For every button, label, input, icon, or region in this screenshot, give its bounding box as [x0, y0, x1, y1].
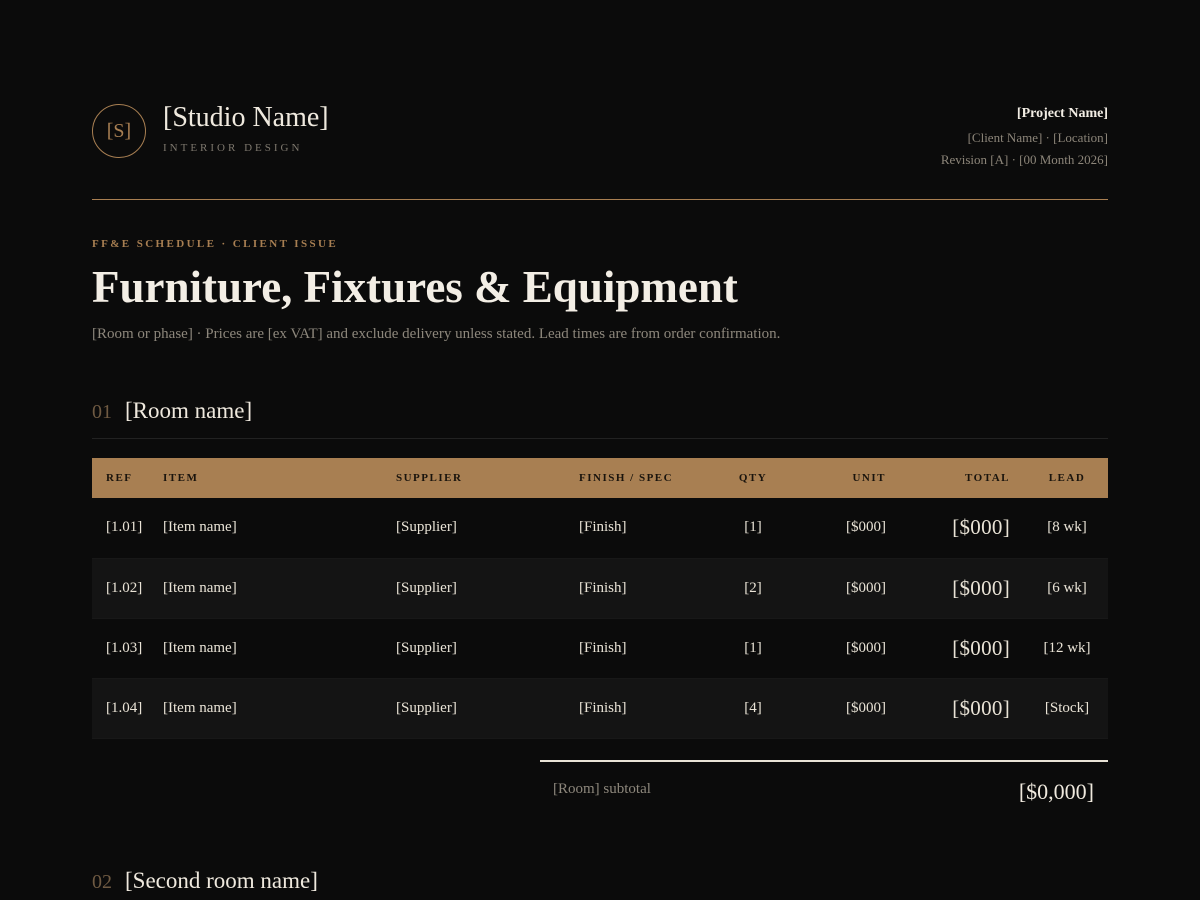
cell-qty: [2] — [721, 558, 785, 619]
col-header-unit: UNIT — [852, 472, 886, 484]
col-header-ref: REF — [106, 472, 133, 484]
cell-qty: [4] — [721, 678, 785, 739]
table-row: [1.04] [Item name] [Supplier] [Finish] [… — [92, 678, 1108, 739]
cell-qty: [1] — [721, 618, 785, 679]
cell-lead: [6 wk] — [1026, 558, 1108, 619]
table-row: [1.03] [Item name] [Supplier] [Finish] [… — [92, 618, 1108, 679]
section-room-2-header: 02 [Second room name] — [92, 868, 1108, 894]
cell-finish: [Finish] — [579, 618, 721, 679]
header-divider — [92, 199, 1108, 200]
section-name: [Second room name] — [125, 868, 318, 893]
col-header-total: TOTAL — [965, 472, 1010, 484]
table-row: [1.01] [Item name] [Supplier] [Finish] [… — [92, 498, 1108, 559]
cell-total: [$000] — [902, 618, 1026, 679]
cell-unit: [$000] — [785, 678, 902, 739]
cell-total: [$000] — [902, 558, 1026, 619]
cell-item: [Item name] — [163, 558, 396, 619]
cell-supplier: [Supplier] — [396, 678, 579, 739]
section-number: 01 — [92, 401, 112, 423]
document-eyebrow: FF&E SCHEDULE · CLIENT ISSUE — [92, 238, 339, 250]
studio-subtitle: INTERIOR DESIGN — [163, 142, 303, 154]
cell-ref: [1.02] — [92, 558, 163, 619]
table-header-row: REF ITEM SUPPLIER FINISH / SPEC QTY UNIT… — [92, 458, 1108, 498]
col-header-item: ITEM — [163, 472, 199, 484]
project-info: [Project Name] [Client Name] · [Location… — [941, 106, 1108, 168]
page-title: Furniture, Fixtures & Equipment — [92, 262, 738, 312]
cell-total: [$000] — [902, 678, 1026, 739]
cell-unit: [$000] — [785, 558, 902, 619]
cell-unit: [$000] — [785, 618, 902, 679]
client-location: [Client Name] · [Location] — [967, 130, 1108, 145]
revision-date: Revision [A] · [00 Month 2026] — [940, 152, 1108, 167]
cell-item: [Item name] — [163, 618, 396, 679]
cell-lead: [Stock] — [1026, 678, 1108, 739]
page-description: [Room or phase] · Prices are [ex VAT] an… — [92, 326, 781, 342]
cell-total: [$000] — [902, 498, 1026, 559]
col-header-qty: QTY — [738, 472, 768, 484]
section-name: [Room name] — [125, 398, 253, 423]
cell-ref: [1.04] — [92, 678, 163, 739]
cell-unit: [$000] — [785, 498, 902, 559]
section-number: 02 — [92, 871, 112, 893]
subtotal-value: [$0,000] — [1018, 779, 1094, 804]
cell-finish: [Finish] — [579, 498, 721, 559]
cell-finish: [Finish] — [579, 678, 721, 739]
cell-item: [Item name] — [163, 498, 396, 559]
subtotal-divider — [540, 760, 1108, 762]
cell-finish: [Finish] — [579, 558, 721, 619]
table-row: [1.02] [Item name] [Supplier] [Finish] [… — [92, 558, 1108, 619]
section-room-1-header: 01 [Room name] — [92, 398, 1108, 439]
section-divider — [92, 438, 1108, 439]
studio-monogram-logo: [S] — [92, 104, 146, 158]
col-header-finish: FINISH / SPEC — [579, 472, 674, 484]
document-header: [S] [Studio Name] INTERIOR DESIGN [Proje… — [92, 98, 1108, 178]
cell-qty: [1] — [721, 498, 785, 559]
cell-item: [Item name] — [163, 678, 396, 739]
cell-lead: [8 wk] — [1026, 498, 1108, 559]
ffe-table: REF ITEM SUPPLIER FINISH / SPEC QTY UNIT… — [92, 458, 1108, 739]
cell-supplier: [Supplier] — [396, 618, 579, 679]
col-header-lead: LEAD — [1048, 472, 1086, 484]
studio-name: [Studio Name] — [163, 102, 329, 133]
cell-ref: [1.03] — [92, 618, 163, 679]
cell-lead: [12 wk] — [1026, 618, 1108, 679]
cell-ref: [1.01] — [92, 498, 163, 559]
subtotal-label: [Room] subtotal — [553, 781, 651, 797]
cell-supplier: [Supplier] — [396, 558, 579, 619]
cell-supplier: [Supplier] — [396, 498, 579, 559]
col-header-supplier: SUPPLIER — [396, 472, 463, 484]
project-name: [Project Name] — [1016, 106, 1108, 121]
